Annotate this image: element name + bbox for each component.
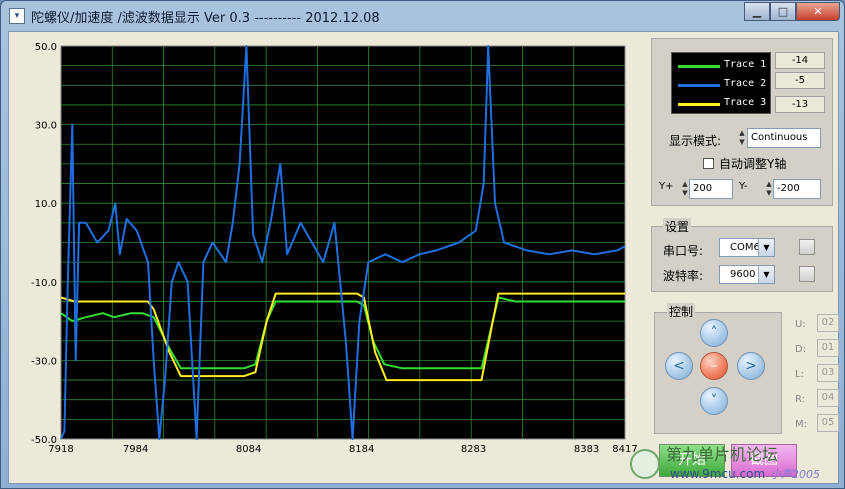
window-controls: ▁ □ ✕ — [744, 2, 840, 21]
app-icon[interactable]: ▾ — [9, 8, 25, 24]
chevron-down-icon: ▼ — [758, 266, 774, 283]
trace1-readout: -14 — [775, 52, 825, 69]
auto-adjust-checkbox[interactable] — [703, 158, 714, 169]
baud-label: 波特率: — [663, 269, 704, 283]
legend-item-trace3: Trace 3 — [676, 95, 771, 113]
legend-swatch-trace2 — [678, 84, 720, 87]
waveform-chart: 50.030.010.0-10.0-30.0-50.07918 7984 8084 8… — [31, 42, 638, 455]
y-minus-label: Y- — [739, 181, 748, 192]
legend-label-trace3: Trace 3 — [724, 97, 767, 108]
servo-l-label: L: — [795, 369, 804, 380]
servo-m-label: M: — [795, 419, 807, 430]
maximize-button[interactable]: □ — [770, 2, 796, 21]
x-tick-label: 7918 — [48, 444, 73, 455]
auto-adjust-label: 自动调整Y轴 — [719, 157, 787, 171]
x-tick-label: 8383 — [574, 444, 599, 455]
servo-l-value[interactable]: 03 — [817, 364, 839, 382]
control-group-title: 控制 — [667, 303, 696, 320]
left-arrow-button[interactable]: < — [665, 352, 693, 380]
display-mode-spinner[interactable]: ▲ ▼ — [738, 129, 746, 147]
baud-value: 9600 — [730, 269, 756, 280]
legend-item-trace2: Trace 2 — [676, 76, 771, 94]
x-tick-label: 8417 — [612, 444, 637, 455]
legend-label-trace1: Trace 1 — [724, 59, 767, 70]
port-select[interactable]: COM6 ▼ — [719, 238, 775, 257]
legend: Trace 1 Trace 2 Trace 3 — [671, 52, 771, 114]
center-stop-button[interactable]: – — [700, 352, 728, 380]
display-mode-field[interactable]: Continuous — [747, 128, 821, 148]
x-tick-label: 7984 — [123, 444, 148, 455]
servo-m-value[interactable]: 05 — [817, 414, 839, 432]
close-button[interactable]: ✕ — [796, 2, 840, 21]
window-title: 陀螺仪/加速度 /滤波数据显示 Ver 0.3 ---------- 2012.… — [31, 11, 380, 26]
servo-r-label: R: — [795, 394, 806, 405]
y-plus-spinner[interactable]: ▲ ▼ — [681, 180, 689, 198]
title-bar: ▾ 陀螺仪/加速度 /滤波数据显示 Ver 0.3 ---------- 201… — [1, 1, 844, 31]
right-arrow-button[interactable]: > — [737, 352, 765, 380]
port-label: 串口号: — [663, 244, 704, 258]
y-minus-spinner[interactable]: ▲ ▼ — [765, 180, 773, 198]
x-tick-label: 8184 — [349, 444, 374, 455]
settings-group-title: 设置 — [663, 218, 692, 235]
y-tick-label: -30.0 — [31, 356, 57, 367]
servo-r-value[interactable]: 04 — [817, 389, 839, 407]
y-tick-label: 10.0 — [35, 199, 57, 210]
screenshot-button[interactable]: 截图 — [731, 444, 797, 477]
legend-label-trace2: Trace 2 — [724, 78, 767, 89]
legend-swatch-trace1 — [678, 65, 720, 68]
start-button[interactable]: 开始 — [659, 444, 725, 477]
client-area: 50.0 30.0 10.0 -10.0 -30.0 -50.0 7918 7984 8084 8… — [8, 31, 839, 484]
y-minus-field[interactable]: -200 — [773, 179, 821, 199]
servo-d-value[interactable]: 01 — [817, 339, 839, 357]
port-value: COM6 — [730, 242, 760, 253]
legend-item-trace1: Trace 1 — [676, 57, 771, 75]
baud-select[interactable]: 9600 ▼ — [719, 265, 775, 284]
y-tick-label: 30.0 — [35, 121, 57, 132]
legend-swatch-trace3 — [678, 103, 720, 106]
display-mode-label: 显示模式: — [669, 134, 722, 148]
x-tick-label: 8283 — [461, 444, 486, 455]
x-tick-label: 8084 — [236, 444, 261, 455]
chevron-down-icon: ▼ — [758, 239, 774, 256]
servo-u-value[interactable]: 02 — [817, 314, 839, 332]
servo-d-label: D: — [795, 344, 807, 355]
port-refresh-button[interactable] — [799, 239, 815, 255]
y-plus-label: Y+ — [659, 181, 674, 192]
baud-apply-button[interactable] — [799, 266, 815, 282]
minimize-button[interactable]: ▁ — [744, 2, 770, 21]
up-arrow-button[interactable]: ˄ — [700, 319, 728, 347]
main-window: ▾ 陀螺仪/加速度 /滤波数据显示 Ver 0.3 ---------- 201… — [0, 0, 845, 489]
y-plus-field[interactable]: 200 — [689, 179, 733, 199]
servo-u-label: U: — [795, 319, 806, 330]
trace3-readout: -13 — [775, 96, 825, 113]
down-arrow-button[interactable]: ˅ — [700, 387, 728, 415]
trace2-readout: -5 — [775, 72, 825, 89]
y-tick-label: -10.0 — [31, 278, 57, 289]
y-tick-label: 50.0 — [35, 42, 57, 53]
